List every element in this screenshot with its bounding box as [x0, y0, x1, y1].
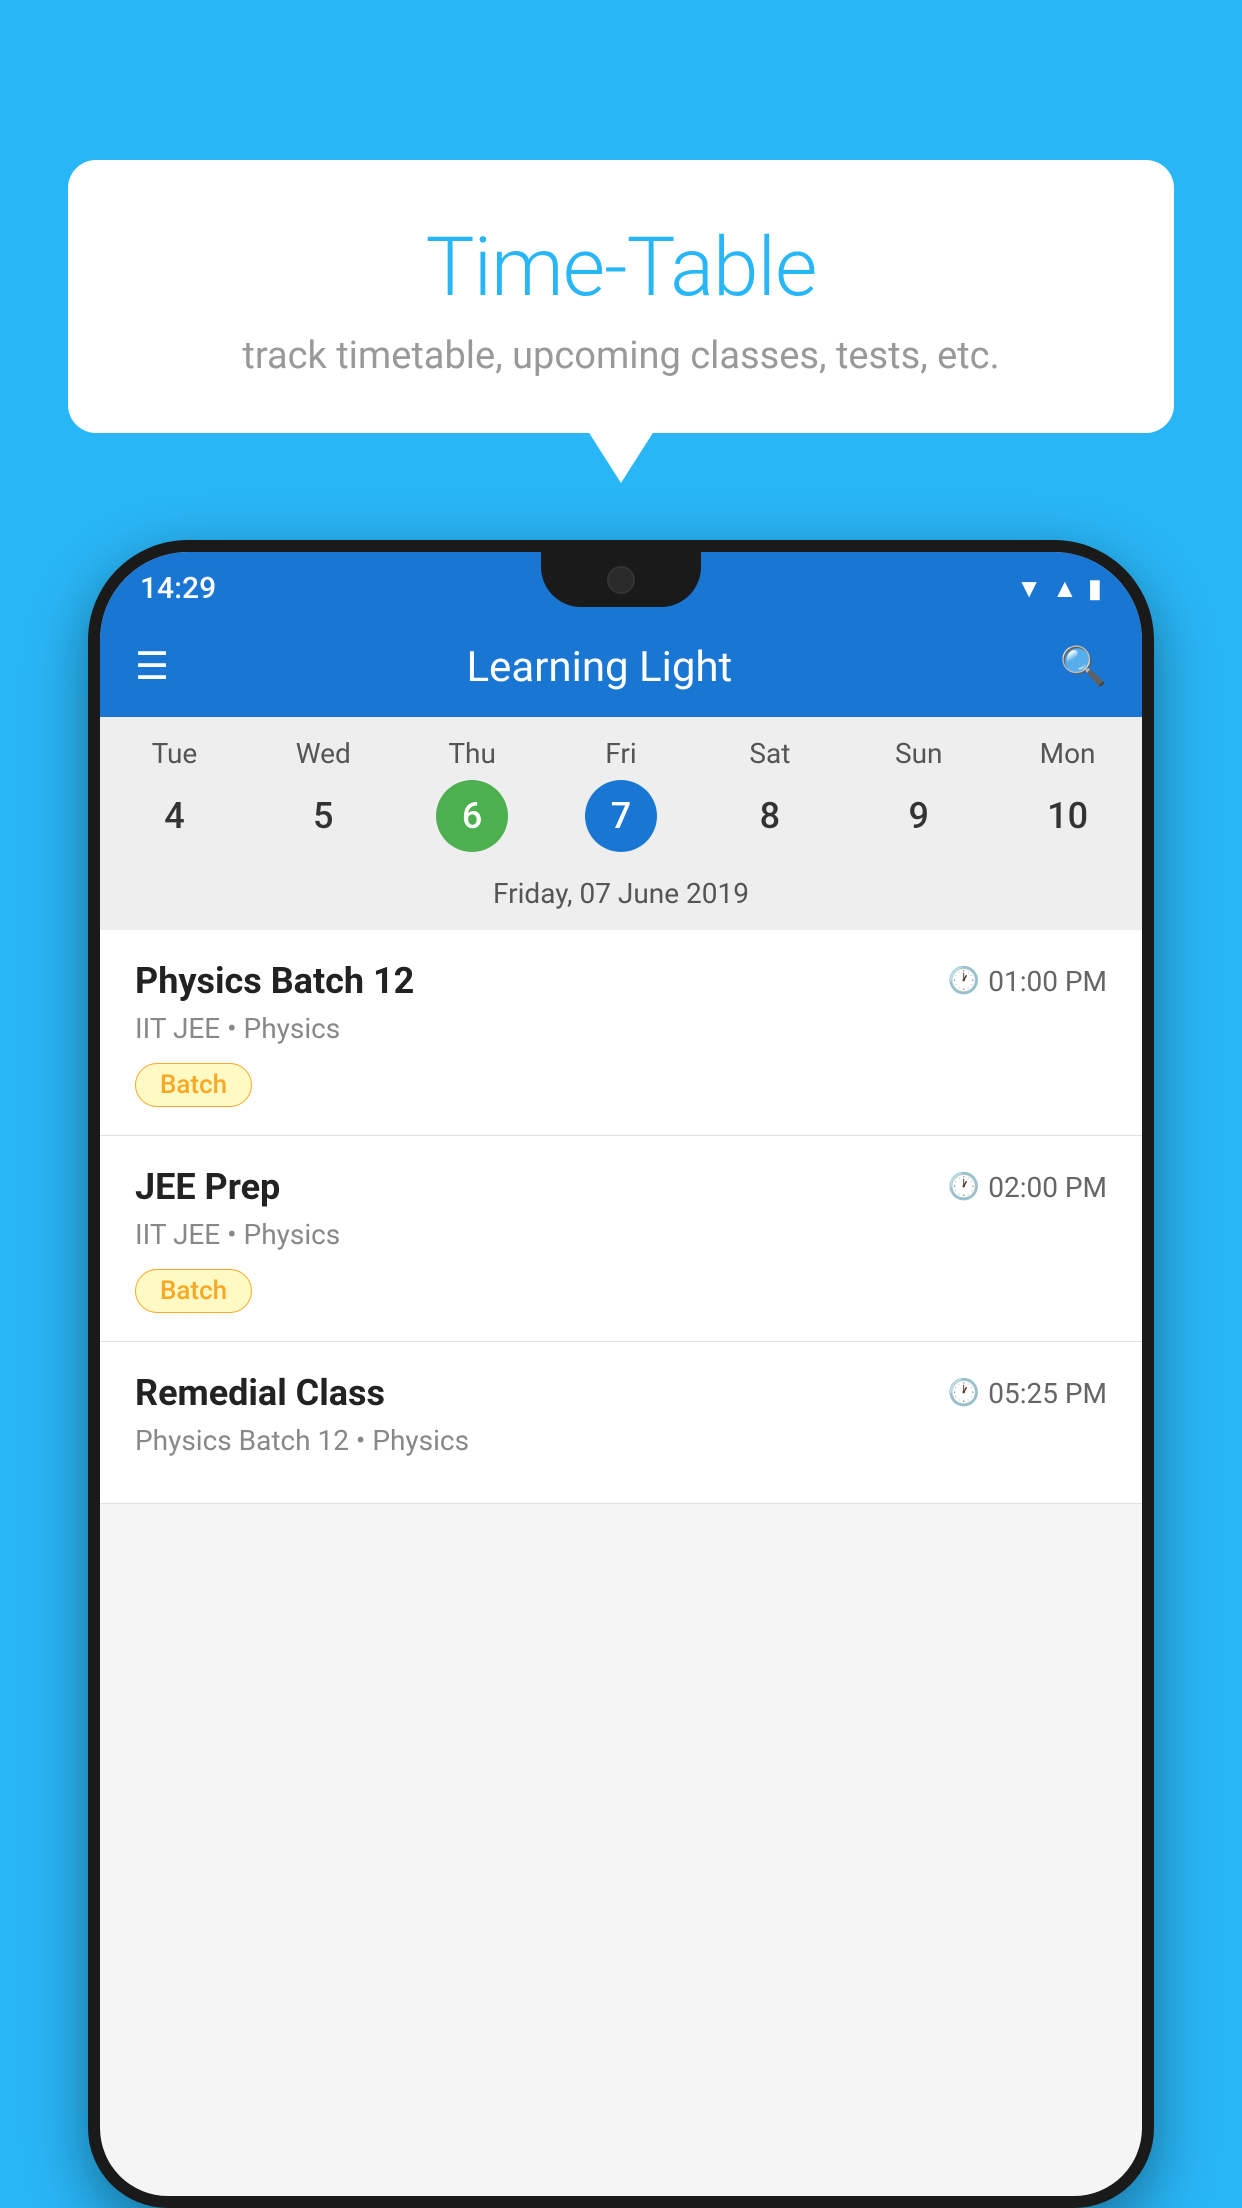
calendar-day-label: Wed — [249, 737, 398, 770]
calendar-date[interactable]: 7 — [585, 780, 657, 852]
calendar-day-label: Tue — [100, 737, 249, 770]
battery-icon: ▮ — [1088, 574, 1102, 604]
schedule-item-header: JEE Prep 🕐 02:00 PM — [135, 1166, 1107, 1208]
calendar-day-label: Thu — [398, 737, 547, 770]
schedule-item-header: Physics Batch 12 🕐 01:00 PM — [135, 960, 1107, 1002]
status-icons: ▼ ▲ ▮ — [1016, 573, 1102, 604]
clock-icon: 🕐 — [948, 966, 980, 996]
bubble-subtitle: track timetable, upcoming classes, tests… — [108, 334, 1134, 378]
hamburger-icon[interactable]: ☰ — [135, 648, 169, 686]
schedule-item[interactable]: Physics Batch 12 🕐 01:00 PM IIT JEE • Phys… — [100, 930, 1142, 1136]
wifi-icon: ▼ — [1016, 573, 1042, 604]
calendar-date[interactable]: 8 — [695, 780, 844, 852]
schedule-item-time: 🕐 01:00 PM — [948, 965, 1107, 998]
day-labels: TueWedThuFriSatSunMon — [100, 737, 1142, 770]
calendar-date[interactable]: 6 — [436, 780, 508, 852]
schedule-item-time: 🕐 05:25 PM — [948, 1377, 1107, 1410]
schedule-item-subtitle: IIT JEE • Physics — [135, 1012, 1107, 1045]
status-time: 14:29 — [140, 571, 216, 606]
search-icon[interactable]: 🔍 — [1060, 645, 1107, 689]
selected-date-label: Friday, 07 June 2019 — [100, 867, 1142, 930]
batch-badge: Batch — [135, 1269, 252, 1313]
phone-frame: 14:29 ▼ ▲ ▮ ☰ Learning Light 🔍 TueWedThu… — [88, 540, 1154, 2208]
speech-bubble: Time-Table track timetable, upcoming cla… — [68, 160, 1174, 433]
calendar-date[interactable]: 9 — [844, 780, 993, 852]
app-title: Learning Light — [199, 643, 1000, 692]
schedule-item-subtitle: IIT JEE • Physics — [135, 1218, 1107, 1251]
schedule-item-title: Remedial Class — [135, 1372, 385, 1414]
schedule-item-title: Physics Batch 12 — [135, 960, 414, 1002]
date-numbers: 456 78910 — [100, 780, 1142, 852]
clock-icon: 🕐 — [948, 1172, 980, 1202]
calendar-day-label: Sun — [844, 737, 993, 770]
schedule-item-header: Remedial Class 🕐 05:25 PM — [135, 1372, 1107, 1414]
signal-icon: ▲ — [1052, 573, 1078, 604]
schedule-item-title: JEE Prep — [135, 1166, 280, 1208]
schedule-item-subtitle: Physics Batch 12 • Physics — [135, 1424, 1107, 1457]
calendar-day-label: Mon — [993, 737, 1142, 770]
calendar-day-label: Fri — [547, 737, 696, 770]
calendar-date[interactable]: 10 — [993, 780, 1142, 852]
bubble-title: Time-Table — [108, 220, 1134, 316]
phone-screen: 14:29 ▼ ▲ ▮ ☰ Learning Light 🔍 TueWedThu… — [100, 552, 1142, 2196]
app-bar: ☰ Learning Light 🔍 — [100, 617, 1142, 717]
calendar-date[interactable]: 4 — [100, 780, 249, 852]
schedule-item-time: 🕐 02:00 PM — [948, 1171, 1107, 1204]
schedule-item[interactable]: JEE Prep 🕐 02:00 PM IIT JEE • Physics Batch — [100, 1136, 1142, 1342]
clock-icon: 🕐 — [948, 1378, 980, 1408]
schedule-list: Physics Batch 12 🕐 01:00 PM IIT JEE • Phys… — [100, 930, 1142, 1504]
calendar-section: TueWedThuFriSatSunMon 456 78910 Friday, 0… — [100, 717, 1142, 930]
phone-notch — [541, 552, 701, 607]
camera-dot — [607, 566, 635, 594]
batch-badge: Batch — [135, 1063, 252, 1107]
schedule-item[interactable]: Remedial Class 🕐 05:25 PM Physics Batch 12… — [100, 1342, 1142, 1504]
calendar-date[interactable]: 5 — [249, 780, 398, 852]
calendar-day-label: Sat — [695, 737, 844, 770]
